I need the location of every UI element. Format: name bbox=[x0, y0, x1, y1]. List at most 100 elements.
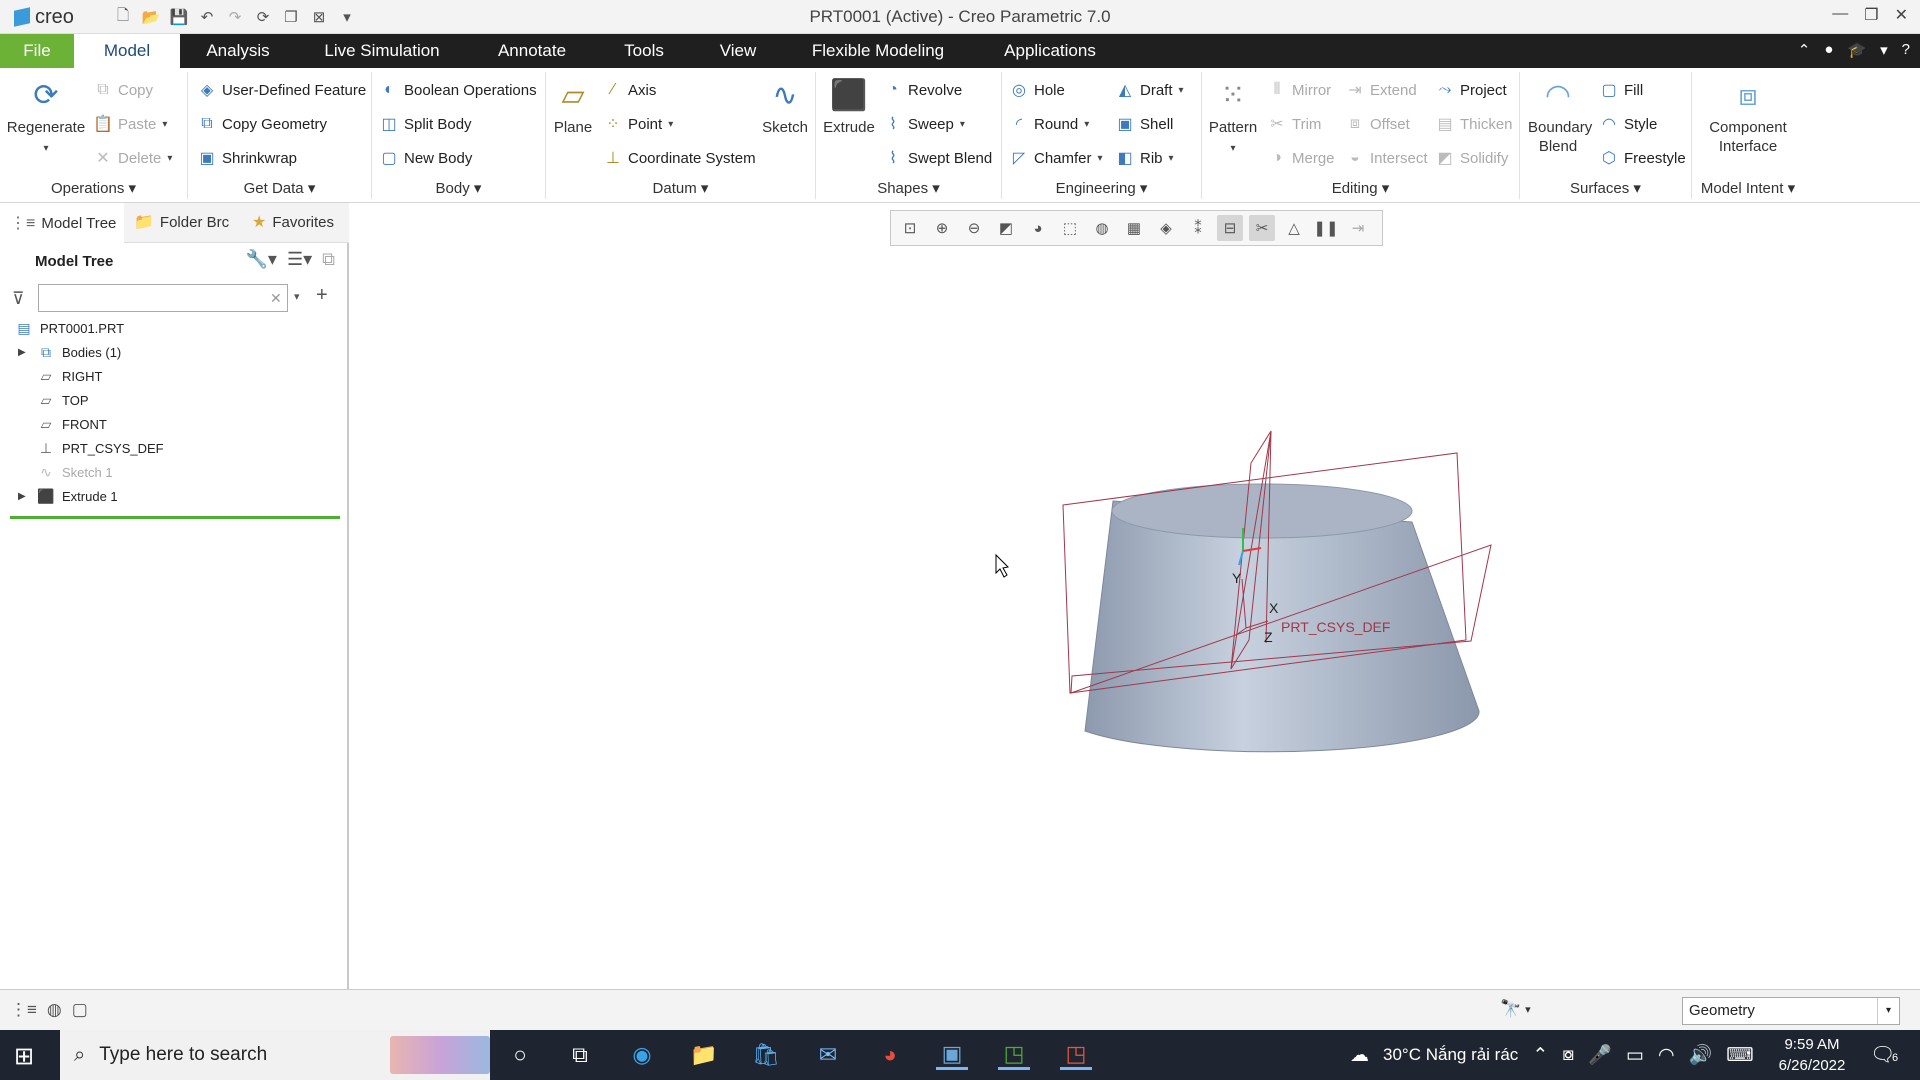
weather-cloud-icon[interactable]: ☁ bbox=[1350, 1044, 1369, 1067]
tree-node-front[interactable]: ▱ FRONT bbox=[36, 412, 107, 436]
chrome-icon[interactable]: ◕ bbox=[874, 1040, 906, 1070]
store-icon[interactable]: 🛍 bbox=[750, 1040, 782, 1070]
tree-node-top[interactable]: ▱ TOP bbox=[36, 388, 89, 412]
shell-button[interactable]: ▣ Shell bbox=[1114, 112, 1173, 136]
volume-icon[interactable]: 🔊 bbox=[1689, 1043, 1713, 1067]
revolve-button[interactable]: ◔ Revolve bbox=[882, 78, 962, 102]
trim-button[interactable]: ✂ Trim bbox=[1266, 112, 1321, 136]
meet-icon[interactable]: ⧇ bbox=[1562, 1044, 1574, 1066]
collapse-ribbon-icon[interactable]: ⌃ bbox=[1798, 41, 1811, 59]
tab-tools[interactable]: Tools bbox=[600, 34, 688, 68]
tree-node-bodies[interactable]: ▶ ⧉ Bodies (1) bbox=[18, 340, 121, 364]
copy-geometry-button[interactable]: ⧉ Copy Geometry bbox=[196, 112, 327, 136]
group-label-engineering[interactable]: Engineering ▾ bbox=[1002, 179, 1201, 197]
style-button[interactable]: ◠ Style bbox=[1598, 112, 1657, 136]
intersect-button[interactable]: ◒ Intersect bbox=[1344, 146, 1427, 170]
tree-node-csys[interactable]: ⊥ PRT_CSYS_DEF bbox=[36, 436, 164, 460]
minimize-icon[interactable]: — bbox=[1832, 5, 1848, 25]
help-icon[interactable]: ? bbox=[1902, 41, 1910, 59]
tree-node-part[interactable]: ▤ PRT0001.PRT bbox=[14, 316, 124, 340]
tab-folder-browser[interactable]: 📁 Folder Brc bbox=[128, 203, 244, 243]
extend-button[interactable]: ⇥ Extend bbox=[1344, 78, 1416, 102]
hole-button[interactable]: ◎ Hole bbox=[1008, 78, 1065, 102]
tab-model[interactable]: Model bbox=[74, 34, 180, 68]
group-label-surfaces[interactable]: Surfaces ▾ bbox=[1520, 179, 1691, 197]
regenerate-button[interactable]: ⟳ Regenerate ▾ bbox=[4, 76, 88, 158]
battery-icon[interactable]: ▭ bbox=[1626, 1044, 1644, 1067]
round-button[interactable]: ◜ Round ▾ bbox=[1008, 112, 1089, 136]
point-button[interactable]: ⁘ Point ▾ bbox=[602, 112, 673, 136]
add-filter-icon[interactable]: + bbox=[316, 284, 328, 307]
tab-flexible-modeling[interactable]: Flexible Modeling bbox=[796, 34, 960, 68]
tree-search-input[interactable] bbox=[38, 284, 288, 312]
sweep-button[interactable]: ⌇ Sweep ▾ bbox=[882, 112, 965, 136]
model-geometry[interactable]: X Y Z PRT_CSYS_DEF bbox=[351, 203, 1920, 989]
tab-annotate[interactable]: Annotate bbox=[476, 34, 588, 68]
group-label-editing[interactable]: Editing ▾ bbox=[1202, 179, 1519, 197]
delete-button[interactable]: ✕ Delete ▾ bbox=[92, 146, 172, 170]
group-label-operations[interactable]: Operations ▾ bbox=[0, 179, 187, 197]
navigator-toggle-icon[interactable]: ⋮≡ bbox=[10, 1000, 37, 1020]
user-defined-feature-button[interactable]: ◈ User-Defined Feature bbox=[196, 78, 366, 102]
fill-button[interactable]: ▢ Fill bbox=[1598, 78, 1643, 102]
windows-start-icon[interactable]: ⊞ bbox=[14, 1042, 34, 1071]
show-options-icon[interactable]: ☰▾ bbox=[287, 249, 312, 270]
wifi-icon[interactable]: ◠ bbox=[1658, 1044, 1675, 1067]
microphone-icon[interactable]: 🎤 bbox=[1588, 1043, 1612, 1067]
community-icon[interactable]: ● bbox=[1824, 41, 1833, 59]
tab-model-tree[interactable]: ⋮≡ Model Tree bbox=[0, 203, 124, 244]
group-label-model-intent[interactable]: Model Intent ▾ bbox=[1692, 179, 1804, 197]
creo-taskbar-icon[interactable]: ▣ bbox=[936, 1040, 968, 1070]
group-label-datum[interactable]: Datum ▾ bbox=[546, 179, 815, 197]
solidify-button[interactable]: ◩ Solidify bbox=[1434, 146, 1508, 170]
find-icon[interactable]: 🔭 bbox=[1500, 999, 1521, 1019]
tab-view[interactable]: View bbox=[700, 34, 776, 68]
freestyle-button[interactable]: ⬡ Freestyle bbox=[1598, 146, 1686, 170]
group-label-body[interactable]: Body ▾ bbox=[372, 179, 545, 197]
swept-blend-button[interactable]: ⌇ Swept Blend bbox=[882, 146, 992, 170]
mirror-button[interactable]: ⫴ Mirror bbox=[1266, 78, 1332, 102]
copy-button[interactable]: ⧉ Copy bbox=[92, 78, 153, 102]
tree-node-right[interactable]: ▱ RIGHT bbox=[36, 364, 103, 388]
draft-button[interactable]: ◭ Draft ▾ bbox=[1114, 78, 1184, 102]
fullscreen-icon[interactable]: ▢ bbox=[72, 1000, 88, 1020]
restore-icon[interactable]: ❐ bbox=[1864, 5, 1878, 25]
task-view-icon[interactable]: ⧉ bbox=[564, 1040, 596, 1070]
project-button[interactable]: ⤳ Project bbox=[1434, 78, 1507, 102]
group-label-shapes[interactable]: Shapes ▾ bbox=[816, 179, 1001, 197]
shrinkwrap-button[interactable]: ▣ Shrinkwrap bbox=[196, 146, 297, 170]
boolean-operations-button[interactable]: ◐ Boolean Operations bbox=[378, 78, 536, 102]
graduation-cap-icon[interactable]: 🎓 bbox=[1847, 41, 1866, 59]
clear-search-icon[interactable]: ✕ bbox=[270, 290, 282, 307]
search-dropdown-icon[interactable]: ▾ bbox=[294, 290, 300, 303]
rib-button[interactable]: ◧ Rib ▾ bbox=[1114, 146, 1173, 170]
expand-icon[interactable]: ▶ bbox=[18, 347, 30, 358]
tree-filter-icon[interactable]: ⧉ bbox=[322, 249, 335, 270]
chamfer-button[interactable]: ◸ Chamfer ▾ bbox=[1008, 146, 1103, 170]
selection-filter-dropdown[interactable]: Geometry ▾ bbox=[1682, 997, 1900, 1025]
graphics-viewport[interactable]: ⊡ ⊕ ⊖ ◩ ◕ ⬚ ◍ ▦ ◈ ⁑ ⊟ ✂ △ ❚❚ ⇥ X Y Z PRT… bbox=[351, 203, 1920, 989]
axis-button[interactable]: ⁄ Axis bbox=[602, 78, 657, 102]
mail-icon[interactable]: ✉ bbox=[812, 1040, 844, 1070]
tree-node-sketch[interactable]: ∿ Sketch 1 bbox=[36, 460, 112, 484]
clock[interactable]: 9:59 AM 6/26/2022 bbox=[1770, 1034, 1854, 1076]
pattern-button[interactable]: ⁙ Pattern ▾ bbox=[1204, 76, 1262, 158]
tab-analysis[interactable]: Analysis bbox=[190, 34, 286, 68]
close-icon[interactable]: ✕ bbox=[1895, 5, 1908, 25]
tab-file[interactable]: File bbox=[0, 34, 74, 68]
insert-indicator[interactable] bbox=[10, 516, 340, 519]
file-explorer-icon[interactable]: 📁 bbox=[688, 1040, 720, 1070]
find-dropdown-icon[interactable]: ▾ bbox=[1525, 1003, 1531, 1019]
new-body-button[interactable]: ▢ New Body bbox=[378, 146, 472, 170]
weather-text[interactable]: 30°C Nắng rải rác bbox=[1383, 1045, 1518, 1065]
tab-live-simulation[interactable]: Live Simulation bbox=[300, 34, 464, 68]
boundary-blend-button[interactable]: ◠ Boundary Blend bbox=[1524, 76, 1592, 156]
show-hidden-icons-icon[interactable]: ⌃ bbox=[1532, 1044, 1548, 1067]
paste-button[interactable]: 📋 Paste ▾ bbox=[92, 112, 167, 136]
sketch-button[interactable]: ∿ Sketch bbox=[758, 76, 812, 137]
split-body-button[interactable]: ◫ Split Body bbox=[378, 112, 471, 136]
cortana-icon[interactable]: ○ bbox=[504, 1040, 536, 1070]
coordinate-system-button[interactable]: ⊥ Coordinate System bbox=[602, 146, 756, 170]
merge-button[interactable]: ◑ Merge bbox=[1266, 146, 1334, 170]
thicken-button[interactable]: ▤ Thicken bbox=[1434, 112, 1512, 136]
